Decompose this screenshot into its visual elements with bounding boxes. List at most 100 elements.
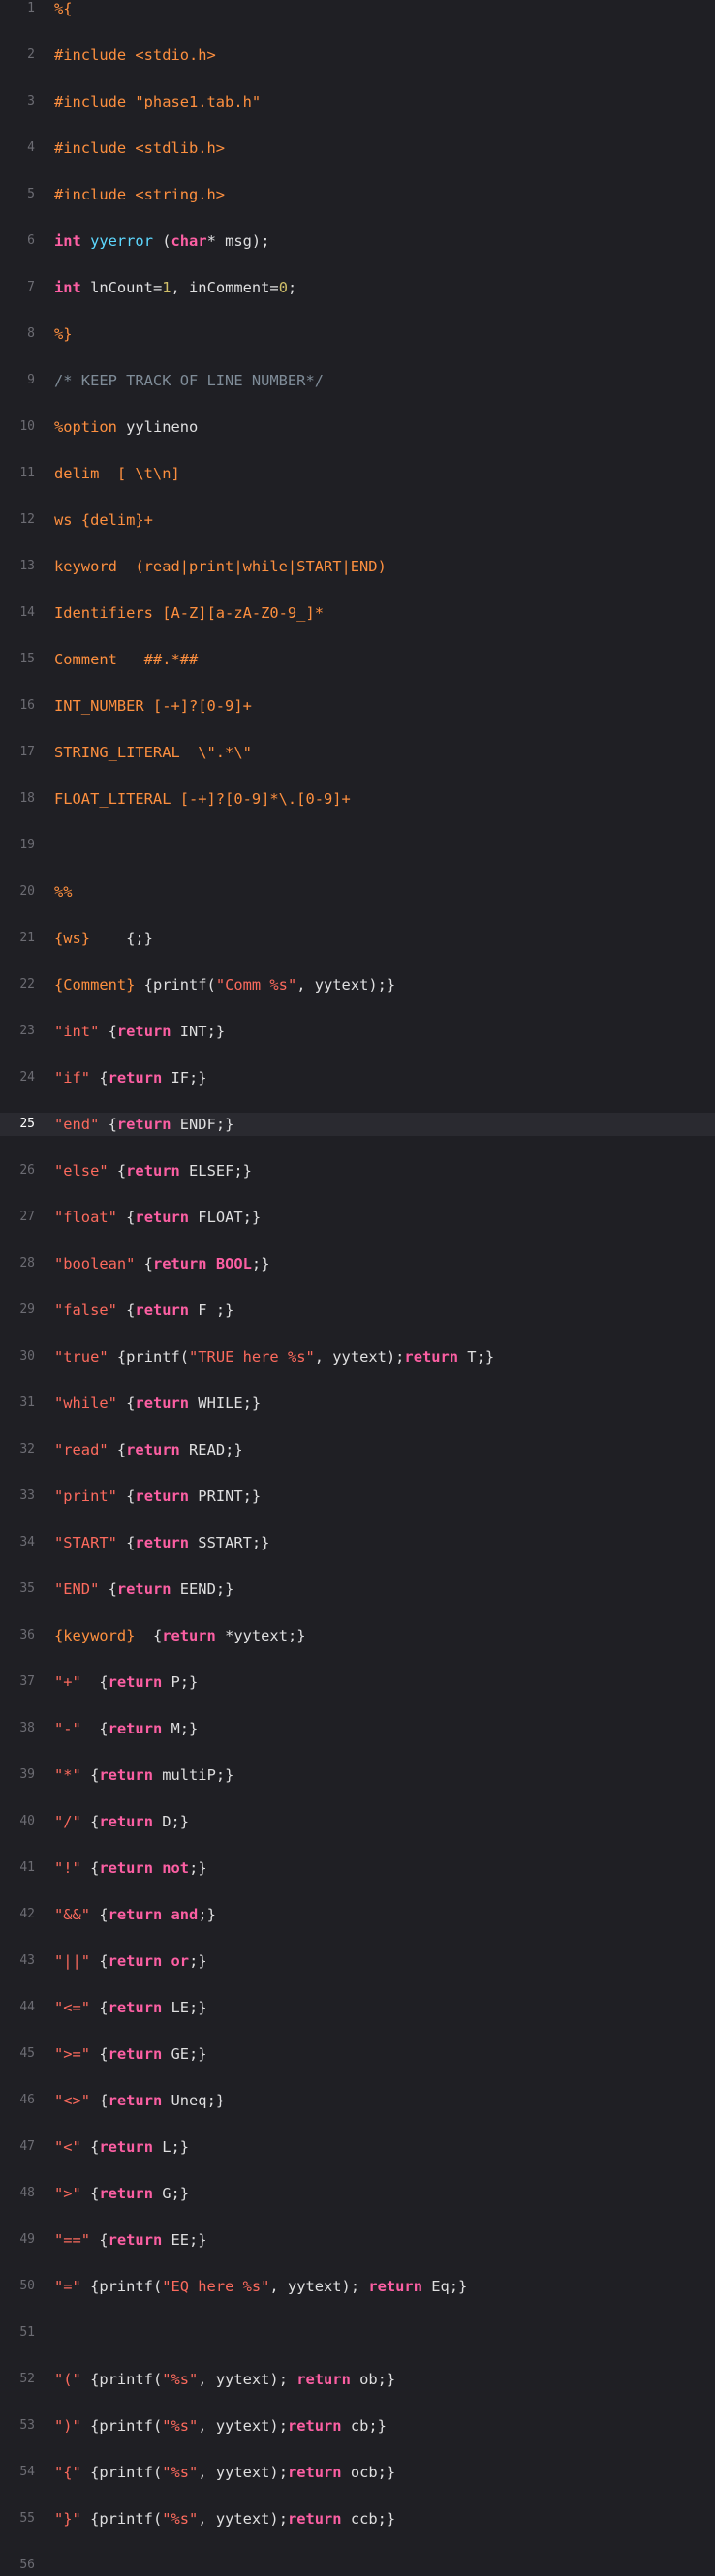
code-line[interactable]: 24 "if" {return IF;} <box>0 1066 715 1089</box>
code-line[interactable]: 9 /* KEEP TRACK OF LINE NUMBER*/ <box>0 369 715 392</box>
code-line[interactable]: 50 "=" {printf("EQ here %s", yytext); ret… <box>0 2275 715 2298</box>
code-line[interactable]: 14 Identifiers [A-Z][a-zA-Z0-9_]* <box>0 601 715 625</box>
code-line[interactable]: 39 "*" {return multiP;} <box>0 1763 715 1787</box>
code-line[interactable]: 55 "}" {printf("%s", yytext);return ccb;} <box>0 2507 715 2530</box>
code-line[interactable]: 53 ")" {printf("%s", yytext);return cb;} <box>0 2414 715 2438</box>
code-text[interactable]: int lnCount=1, inComment=0; <box>54 276 296 299</box>
code-text[interactable]: "-" {return M;} <box>54 1717 198 1740</box>
code-text[interactable]: #include <stdlib.h> <box>54 137 225 160</box>
code-line[interactable]: 37 "+" {return P;} <box>0 1671 715 1694</box>
code-line[interactable]: 17 STRING_LITERAL \".*\" <box>0 741 715 764</box>
code-line[interactable]: 31 "while" {return WHILE;} <box>0 1392 715 1415</box>
code-text[interactable]: "||" {return or;} <box>54 1949 207 1973</box>
code-text[interactable]: "boolean" {return BOOL;} <box>54 1252 269 1275</box>
code-line[interactable]: 52 "(" {printf("%s", yytext); return ob;} <box>0 2368 715 2391</box>
code-text[interactable]: int yyerror (char* msg); <box>54 230 269 253</box>
code-text[interactable]: "read" {return READ;} <box>54 1438 243 1461</box>
code-line[interactable]: 1 %{ <box>0 0 715 20</box>
code-line[interactable]: 21 {ws} {;} <box>0 927 715 950</box>
code-line[interactable]: 2 #include <stdio.h> <box>0 44 715 67</box>
code-text[interactable]: {Comment} {printf("Comm %s", yytext);} <box>54 973 395 997</box>
code-text[interactable]: "<=" {return LE;} <box>54 1996 207 2019</box>
code-text[interactable]: "while" {return WHILE;} <box>54 1392 261 1415</box>
code-text[interactable]: "else" {return ELSEF;} <box>54 1159 252 1182</box>
code-line[interactable]: 56 <box>0 2554 715 2576</box>
code-line[interactable]: 49 "==" {return EE;} <box>0 2228 715 2252</box>
code-line[interactable]: 32 "read" {return READ;} <box>0 1438 715 1461</box>
code-line[interactable]: 7 int lnCount=1, inComment=0; <box>0 276 715 299</box>
code-text[interactable]: %% <box>54 880 73 904</box>
code-text[interactable]: "<>" {return Uneq;} <box>54 2089 225 2112</box>
code-text[interactable]: "<" {return L;} <box>54 2135 189 2159</box>
code-line[interactable]: 5 #include <string.h> <box>0 183 715 206</box>
code-text[interactable]: "=" {printf("EQ here %s", yytext); retur… <box>54 2275 467 2298</box>
code-line[interactable]: 19 <box>0 834 715 857</box>
code-line[interactable]: 38 "-" {return M;} <box>0 1717 715 1740</box>
code-line[interactable]: 51 <box>0 2321 715 2345</box>
code-line[interactable]: 34 "START" {return SSTART;} <box>0 1531 715 1554</box>
code-line[interactable]: 23 "int" {return INT;} <box>0 1020 715 1043</box>
code-line[interactable]: 43 "||" {return or;} <box>0 1949 715 1973</box>
code-text[interactable]: /* KEEP TRACK OF LINE NUMBER*/ <box>54 369 324 392</box>
code-text[interactable]: "==" {return EE;} <box>54 2228 207 2252</box>
code-text[interactable]: Comment ##.*## <box>54 648 198 671</box>
code-text[interactable]: FLOAT_LITERAL [-+]?[0-9]*\.[0-9]+ <box>54 787 351 811</box>
code-text[interactable]: "if" {return IF;} <box>54 1066 207 1089</box>
code-line[interactable]: 35 "END" {return EEND;} <box>0 1578 715 1601</box>
code-text[interactable]: %option yylineno <box>54 415 198 439</box>
code-line[interactable]: 33 "print" {return PRINT;} <box>0 1485 715 1508</box>
code-text[interactable]: {ws} {;} <box>54 927 153 950</box>
code-editor[interactable]: 1 %{ 2 #include <stdio.h> 3 #include "phase1.… <box>0 0 715 2572</box>
code-line[interactable]: 18 FLOAT_LITERAL [-+]?[0-9]*\.[0-9]+ <box>0 787 715 811</box>
code-line[interactable]: 26 "else" {return ELSEF;} <box>0 1159 715 1182</box>
code-line[interactable]: 40 "/" {return D;} <box>0 1810 715 1833</box>
code-text[interactable]: "!" {return not;} <box>54 1856 207 1880</box>
code-line[interactable]: 22 {Comment} {printf("Comm %s", yytext);} <box>0 973 715 997</box>
code-line[interactable]: 16 INT_NUMBER [-+]?[0-9]+ <box>0 694 715 718</box>
code-line[interactable]: 54 "{" {printf("%s", yytext);return ocb;} <box>0 2461 715 2484</box>
code-text[interactable]: "float" {return FLOAT;} <box>54 1206 261 1229</box>
code-line[interactable]: 25 "end" {return ENDF;} <box>0 1113 715 1136</box>
code-line[interactable]: 4 #include <stdlib.h> <box>0 137 715 160</box>
code-text[interactable]: #include <string.h> <box>54 183 225 206</box>
code-line[interactable]: 45 ">=" {return GE;} <box>0 2042 715 2066</box>
code-text[interactable]: ">" {return G;} <box>54 2182 189 2205</box>
code-line[interactable]: 41 "!" {return not;} <box>0 1856 715 1880</box>
code-line[interactable]: 44 "<=" {return LE;} <box>0 1996 715 2019</box>
code-line[interactable]: 6 int yyerror (char* msg); <box>0 230 715 253</box>
code-line[interactable]: 15 Comment ##.*## <box>0 648 715 671</box>
code-text[interactable]: INT_NUMBER [-+]?[0-9]+ <box>54 694 252 718</box>
code-text[interactable]: {keyword} {return *yytext;} <box>54 1624 306 1647</box>
code-text[interactable]: "true" {printf("TRUE here %s", yytext);r… <box>54 1345 494 1368</box>
code-line[interactable]: 27 "float" {return FLOAT;} <box>0 1206 715 1229</box>
code-line[interactable]: 42 "&&" {return and;} <box>0 1903 715 1926</box>
code-text[interactable]: "*" {return multiP;} <box>54 1763 233 1787</box>
code-text[interactable]: %} <box>54 322 73 346</box>
code-text[interactable]: "+" {return P;} <box>54 1671 198 1694</box>
code-line[interactable]: 8%} <box>0 322 715 346</box>
code-line[interactable]: 46 "<>" {return Uneq;} <box>0 2089 715 2112</box>
code-text[interactable]: "}" {printf("%s", yytext);return ccb;} <box>54 2507 395 2530</box>
code-text[interactable]: ")" {printf("%s", yytext);return cb;} <box>54 2414 387 2438</box>
code-text[interactable]: STRING_LITERAL \".*\" <box>54 741 252 764</box>
code-text[interactable]: %{ <box>54 0 73 20</box>
code-line[interactable]: 11 delim [ \t\n] <box>0 462 715 485</box>
code-text[interactable]: #include <stdio.h> <box>54 44 216 67</box>
code-text[interactable]: "(" {printf("%s", yytext); return ob;} <box>54 2368 395 2391</box>
code-line[interactable]: 29 "false" {return F ;} <box>0 1299 715 1322</box>
code-text[interactable]: "&&" {return and;} <box>54 1903 216 1926</box>
code-text[interactable]: Identifiers [A-Z][a-zA-Z0-9_]* <box>54 601 324 625</box>
code-text[interactable]: #include "phase1.tab.h" <box>54 90 261 113</box>
code-line[interactable]: 13 keyword (read|print|while|START|END) <box>0 555 715 578</box>
code-text[interactable]: ws {delim}+ <box>54 508 153 532</box>
code-text[interactable]: "false" {return F ;} <box>54 1299 233 1322</box>
code-line[interactable]: 47 "<" {return L;} <box>0 2135 715 2159</box>
code-line[interactable]: 48 ">" {return G;} <box>0 2182 715 2205</box>
code-line[interactable]: 3 #include "phase1.tab.h" <box>0 90 715 113</box>
code-text[interactable]: "print" {return PRINT;} <box>54 1485 261 1508</box>
code-line[interactable]: 10 %option yylineno <box>0 415 715 439</box>
code-text[interactable]: "end" {return ENDF;} <box>54 1113 233 1136</box>
code-text[interactable]: "/" {return D;} <box>54 1810 189 1833</box>
code-text[interactable]: "{" {printf("%s", yytext);return ocb;} <box>54 2461 395 2484</box>
code-line[interactable]: 20%% <box>0 880 715 904</box>
